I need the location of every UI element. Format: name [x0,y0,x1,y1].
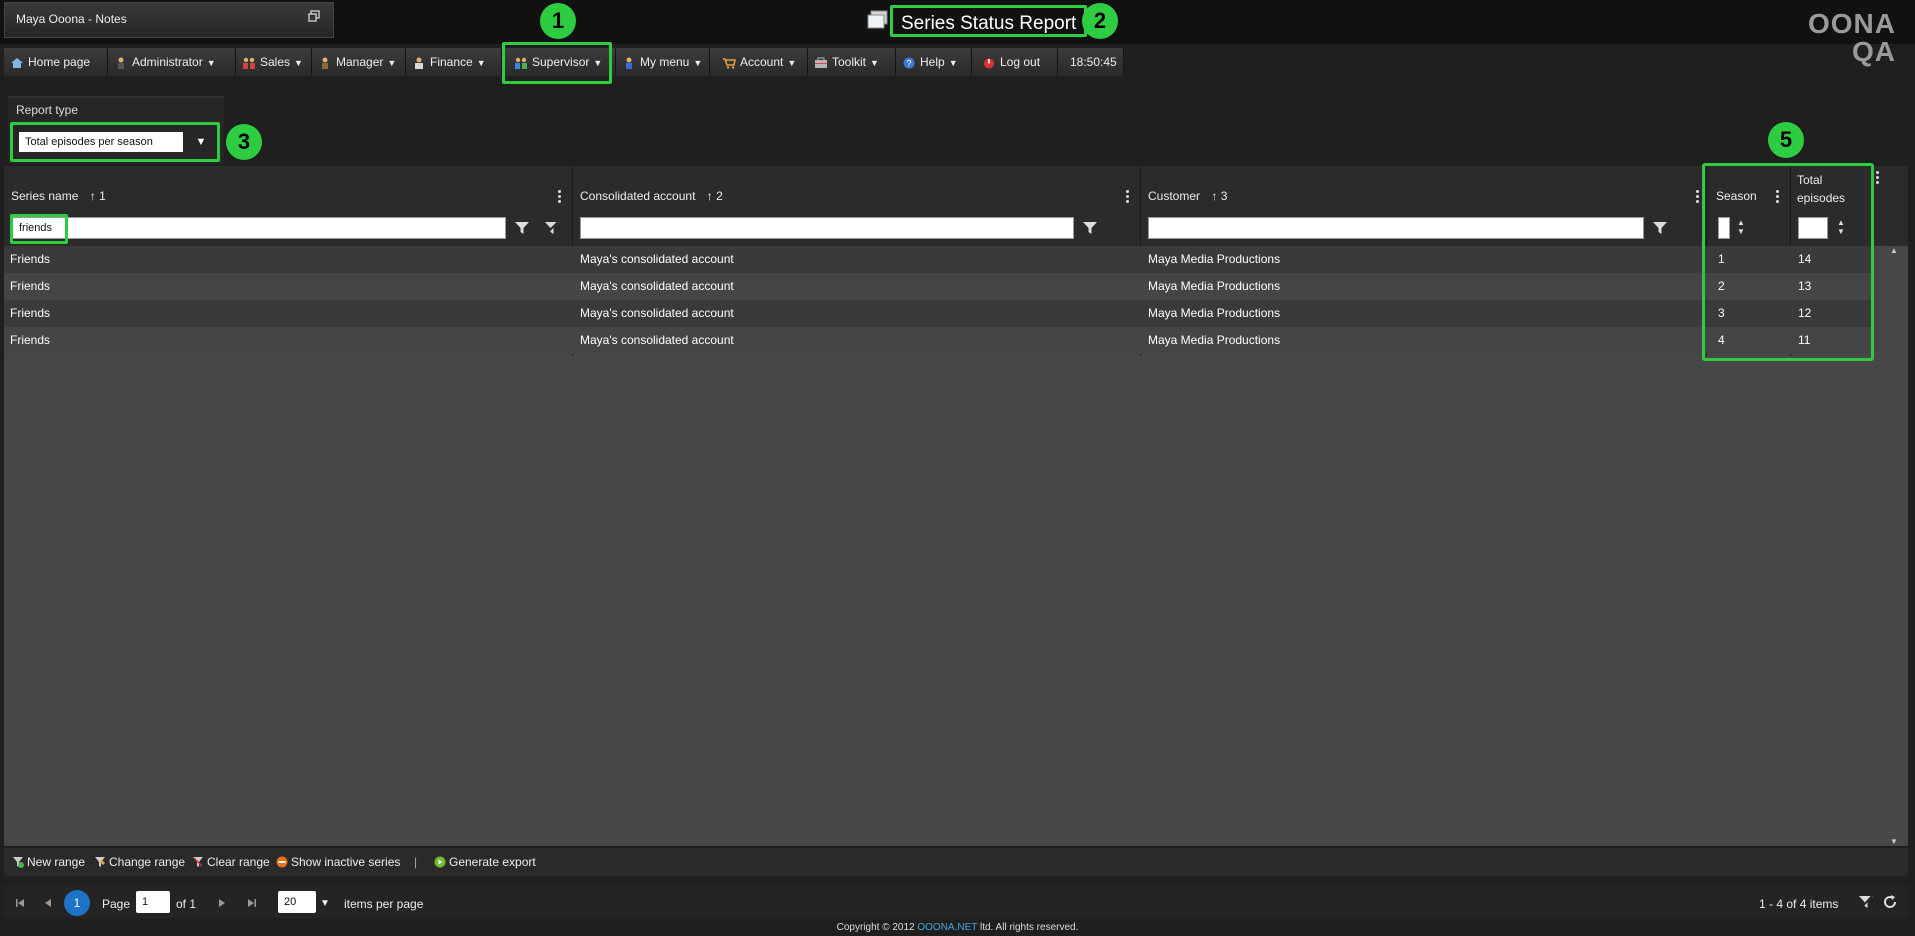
cart-icon [723,58,736,69]
change-range-button[interactable]: Change range [94,855,185,869]
home-icon [11,57,23,68]
help-icon: ? [903,57,915,69]
menu-finance[interactable]: Finance ▼ [406,48,502,76]
report-type-value[interactable]: Total episodes per season [19,132,183,152]
column-header-customer[interactable]: Customer ↑ 3 [1148,189,1227,203]
column-menu-icon[interactable] [1126,189,1130,203]
window-title: Maya Ooona - Notes [16,12,127,26]
table-row[interactable]: Friends Maya's consolidated account Maya… [4,300,1874,327]
consolidated-account-filter-input[interactable] [580,217,1074,239]
page-label: Page [102,897,131,911]
scroll-up-icon[interactable]: ▲ [1890,246,1898,255]
report-type-select[interactable]: Total episodes per season ▼ [10,122,220,162]
next-page-icon[interactable] [216,897,228,909]
svg-text:?: ? [906,58,911,68]
sort-up-icon: ↑ [89,189,96,203]
annotation-badge-1: 1 [540,3,576,39]
chevron-down-icon: ▼ [870,58,879,68]
scroll-down-icon[interactable]: ▼ [1890,837,1898,846]
column-menu-icon[interactable] [1876,170,1880,184]
clear-range-button[interactable]: Clear range [192,855,270,869]
footer-brand: OOONA.NET [917,922,978,933]
menu-sales[interactable]: Sales ▼ [236,48,312,76]
menu-home-page[interactable]: Home page [4,48,108,76]
power-icon [984,58,994,69]
menu-administrator[interactable]: Administrator ▼ [108,48,236,76]
series-name-filter-input[interactable]: friends [12,217,506,239]
chevron-down-icon: ▼ [476,58,486,68]
sort-up-icon: ↑ [1211,189,1218,203]
logo: OONA QA [1808,8,1908,67]
table-row[interactable]: Friends Maya's consolidated account Maya… [4,246,1874,273]
menu-manager[interactable]: Manager ▼ [312,48,406,76]
inactive-icon [276,856,288,868]
toolbar-separator: | [414,855,418,869]
supervisor-highlight [502,42,612,84]
current-page-button[interactable]: 1 [64,890,90,916]
items-per-page-label: items per page [344,897,424,911]
menu-account[interactable]: Account ▼ [710,48,808,76]
report-type-label: Report type [16,103,79,117]
chevron-down-icon: ▼ [387,58,397,68]
previous-page-icon[interactable] [42,897,54,909]
clear-range-icon [193,857,203,867]
clear-filter-icon[interactable] [544,220,560,236]
menu-log-out[interactable]: Log out [972,48,1058,76]
series-filter-highlight [10,214,68,244]
column-header-consolidated-account[interactable]: Consolidated account ↑ 2 [580,189,723,203]
chevron-down-icon: ▼ [948,58,958,68]
page-size-select[interactable]: 20 [278,891,316,913]
customer-filter-input[interactable] [1148,217,1644,239]
toolkit-icon [815,57,827,68]
annotation-badge-5: 5 [1768,122,1804,158]
refresh-icon[interactable] [1882,894,1898,910]
chevron-down-icon: ▼ [294,58,303,68]
generate-export-button[interactable]: Generate export [434,855,536,869]
chevron-down-icon: ▼ [787,58,797,68]
chevron-down-icon[interactable]: ▼ [191,132,211,152]
change-range-icon [95,857,105,867]
show-inactive-series-button[interactable]: Show inactive series [276,855,400,869]
page-number-input[interactable]: 1 [136,891,170,913]
last-page-icon[interactable] [246,897,258,909]
logo-text-bottom: QA [1852,36,1896,67]
manager-icon [322,57,328,69]
vertical-scrollbar[interactable]: ▲ ▼ [1888,246,1902,846]
sort-up-icon: ↑ [706,189,713,203]
annotation-badge-3: 3 [226,124,262,160]
menu-my-menu[interactable]: My menu ▼ [616,48,710,76]
new-range-icon [13,857,24,868]
clock: 18:50:45 [1058,48,1124,76]
finance-icon [415,57,423,69]
menu-toolkit[interactable]: Toolkit ▼ [808,48,896,76]
column-menu-icon[interactable] [1696,189,1700,203]
filter-icon[interactable] [1082,220,1098,236]
table-row[interactable]: Friends Maya's consolidated account Maya… [4,273,1874,300]
chevron-down-icon: ▼ [693,58,703,68]
filter-icon[interactable] [1652,220,1668,236]
menu-help[interactable]: ? Help ▼ [896,48,972,76]
footer: Copyright © 2012 OOONA.NET ltd. All righ… [836,922,1079,933]
grid-header [4,166,1908,212]
clear-all-filters-icon[interactable] [1858,894,1874,910]
sales-icon [243,57,255,69]
restore-icon[interactable] [308,10,320,22]
report-icon [867,10,888,29]
items-summary: 1 - 4 of 4 items [1759,897,1839,911]
filter-icon[interactable] [514,220,530,236]
first-page-icon[interactable] [14,897,26,909]
play-icon [434,856,446,868]
chevron-down-icon[interactable]: ▼ [320,898,330,909]
season-episodes-highlight [1702,163,1874,361]
administrator-icon [118,57,124,69]
my-menu-icon [626,57,632,69]
table-row[interactable]: Friends Maya's consolidated account Maya… [4,327,1874,354]
page-count-label: of 1 [176,897,197,911]
column-menu-icon[interactable] [558,189,562,203]
new-range-button[interactable]: New range [12,855,85,869]
column-header-series-name[interactable]: Series name ↑ 1 [11,189,106,203]
chevron-down-icon: ▼ [206,58,216,68]
annotation-badge-2: 2 [1082,3,1118,39]
page-title: Series Status Report [890,5,1088,37]
